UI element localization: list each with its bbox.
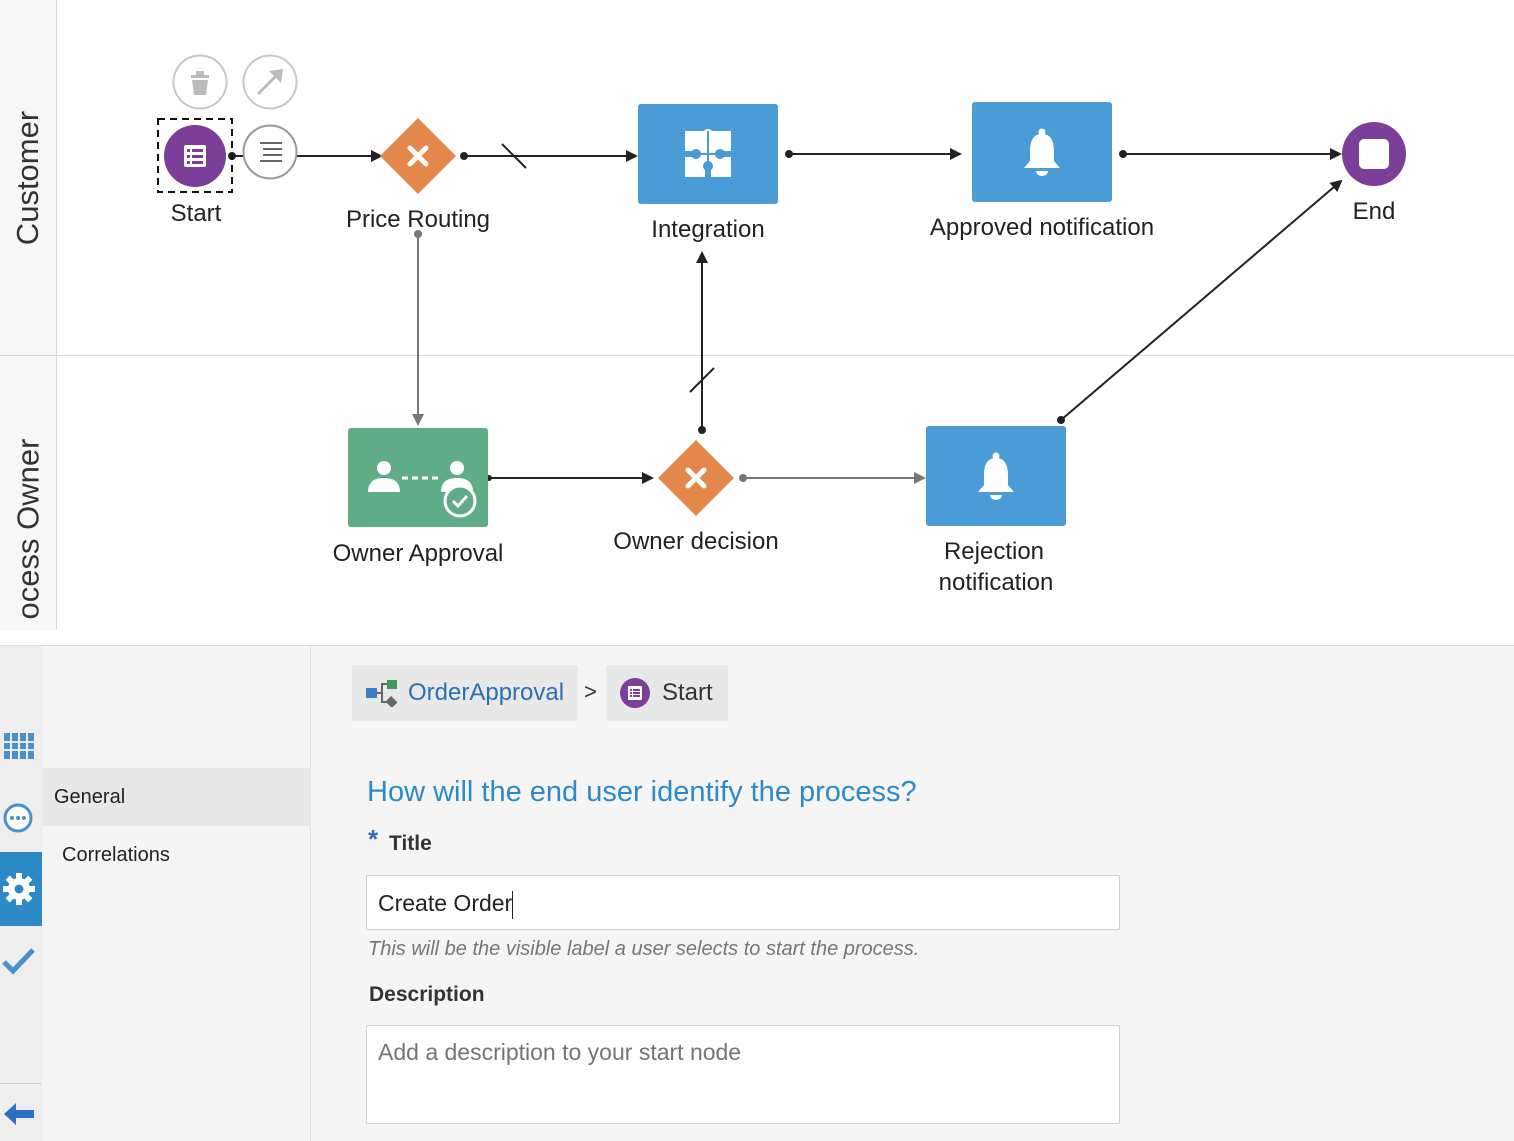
description-label: Description [369, 983, 485, 1006]
form-start-icon [183, 144, 207, 168]
properties-icon[interactable] [241, 123, 299, 181]
approval-users-icon [368, 461, 477, 518]
owner-approval-task[interactable] [348, 428, 488, 527]
nav-general-label: General [54, 785, 126, 808]
description-textarea[interactable] [366, 1025, 1120, 1124]
gear-icon [3, 873, 35, 905]
title-label: Title [389, 832, 432, 855]
side-icon-rail [0, 646, 42, 1141]
rejection-notification-task[interactable] [926, 426, 1066, 526]
delete-icon[interactable] [171, 53, 229, 111]
flow-integration-to-approved-notification[interactable] [785, 148, 962, 160]
owner-decision-gateway[interactable] [658, 440, 734, 516]
owner-approval-label: Owner Approval [332, 540, 504, 567]
flow-owner-approval-to-owner-decision[interactable] [486, 472, 654, 484]
start-label: Start [170, 200, 222, 227]
end-label: End [1352, 198, 1396, 225]
flow-owner-decision-to-rejection-notification[interactable] [739, 472, 926, 484]
approved-notification-task[interactable] [972, 102, 1112, 202]
bell-icon [978, 452, 1014, 500]
rail-divider [0, 1083, 42, 1084]
data-objects-icon[interactable] [4, 733, 34, 761]
process-icon [366, 680, 398, 707]
form-start-icon [620, 678, 650, 708]
required-asterisk: * [368, 824, 379, 854]
back-arrow-icon[interactable] [2, 1101, 36, 1127]
flow-owner-decision-to-integration[interactable] [689, 251, 715, 434]
price-routing-gateway[interactable] [380, 118, 456, 194]
text-cursor [512, 890, 514, 919]
rejection-notification-label-line2: notification [938, 569, 1054, 596]
settings-tab[interactable] [0, 852, 42, 926]
check-icon[interactable] [2, 946, 36, 976]
flow-price-routing-to-integration[interactable] [460, 143, 638, 169]
price-routing-label: Price Routing [345, 206, 491, 233]
end-event[interactable] [1342, 122, 1406, 186]
start-event[interactable] [157, 118, 233, 193]
bell-icon [1024, 128, 1060, 176]
puzzle-icon [685, 129, 731, 177]
connect-arrow-icon[interactable] [241, 53, 299, 111]
flow-price-routing-to-owner-approval[interactable] [412, 230, 424, 426]
breadcrumb-node[interactable]: Start [606, 665, 728, 721]
nav-correlations-label: Correlations [62, 843, 170, 866]
breadcrumb-separator: > [584, 679, 597, 704]
process-canvas[interactable]: Customer ocess Owner Start Price Routing… [0, 0, 1514, 630]
owner-decision-label: Owner decision [613, 528, 779, 555]
nav-general[interactable]: General [42, 768, 310, 826]
breadcrumb-process-label: OrderApproval [408, 679, 565, 706]
section-question: How will the end user identify the proce… [367, 776, 917, 808]
properties-panel: General Correlations OrderApproval > Sta… [0, 645, 1514, 1141]
title-hint: This will be the visible label a user se… [368, 938, 920, 960]
title-input[interactable]: Create Order [366, 875, 1120, 930]
properties-nav: General Correlations [42, 646, 311, 1141]
title-input-value: Create Order [378, 890, 513, 916]
flow-approved-notification-to-end[interactable] [1119, 148, 1342, 160]
breadcrumb-process[interactable]: OrderApproval [352, 665, 578, 721]
rejection-notification-label-line1: Rejection [943, 538, 1045, 565]
breadcrumb-node-label: Start [662, 679, 713, 706]
integration-task[interactable] [638, 104, 778, 204]
chat-icon[interactable] [2, 802, 36, 836]
approved-notification-label: Approved notification [929, 214, 1155, 241]
integration-label: Integration [651, 216, 765, 243]
nav-correlations[interactable]: Correlations [42, 826, 310, 884]
